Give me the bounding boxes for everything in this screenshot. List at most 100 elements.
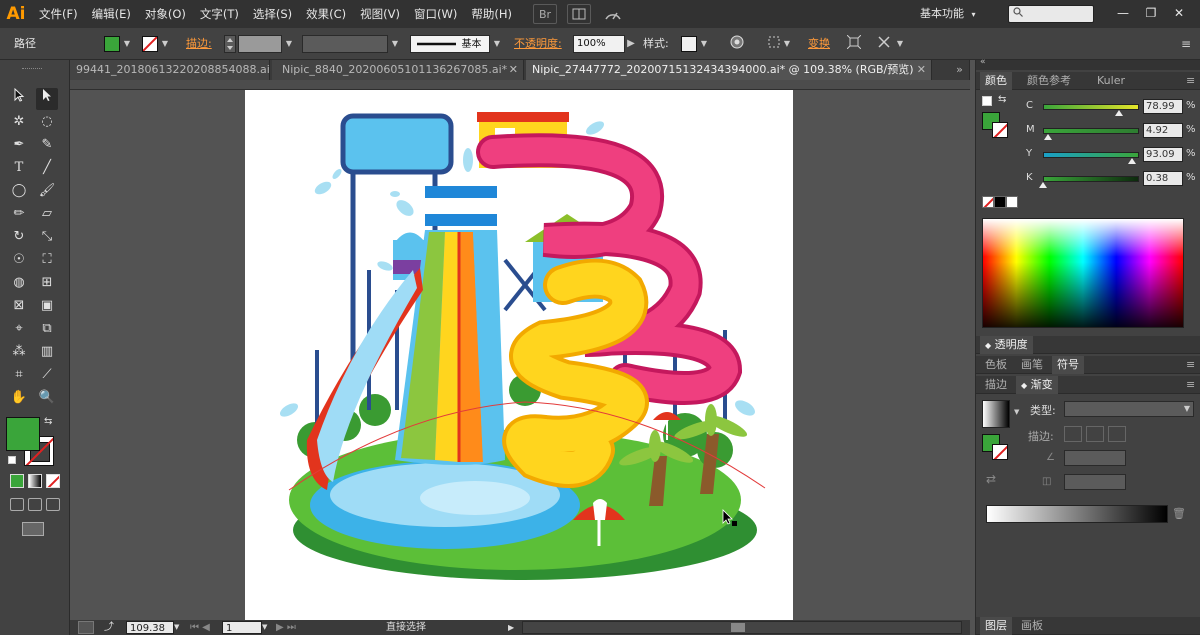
channel-slider-track[interactable]: [1043, 152, 1139, 158]
panel-menu-icon[interactable]: ≡: [1181, 72, 1200, 90]
profile-dropdown-icon[interactable]: ▼: [390, 35, 400, 53]
tab-layers[interactable]: 图层: [980, 617, 1012, 635]
gpu-performance-icon[interactable]: [601, 4, 625, 24]
align-icon[interactable]: [764, 35, 784, 53]
menu-object[interactable]: 对象(O): [138, 0, 193, 28]
workspace-switcher[interactable]: 基本功能 ▾: [920, 4, 996, 24]
panel-menu-icon[interactable]: ≡: [1181, 376, 1200, 394]
none-swatch[interactable]: [982, 196, 994, 208]
gradient-stroke-proxy[interactable]: [992, 444, 1008, 460]
collapse-dock-icon[interactable]: «: [980, 57, 986, 67]
pencil-tool-icon[interactable]: ✏: [8, 203, 30, 225]
panel-menu-icon[interactable]: ≡: [1176, 35, 1196, 53]
tab-swatches[interactable]: 色板: [980, 356, 1012, 374]
default-colors-icon[interactable]: [8, 456, 16, 464]
symbol-sprayer-tool-icon[interactable]: ⁂: [8, 341, 30, 363]
gradient-tool-icon[interactable]: ▣: [36, 295, 58, 317]
opacity-input[interactable]: 100%: [573, 35, 625, 53]
arrange-documents-icon[interactable]: [566, 4, 591, 24]
menu-edit[interactable]: 编辑(E): [85, 0, 138, 28]
channel-slider-thumb[interactable]: [1114, 110, 1123, 116]
gradient-aspect-input[interactable]: [1064, 474, 1126, 490]
dock-header[interactable]: «: [976, 57, 1200, 70]
tab-color-guide[interactable]: 颜色参考: [1022, 72, 1076, 90]
slice-tool-icon[interactable]: ⟋: [36, 364, 58, 386]
swap-fill-stroke-icon[interactable]: ⇆: [44, 416, 52, 427]
hand-tool-icon[interactable]: ✋: [8, 387, 30, 409]
water-park-illustration[interactable]: [245, 90, 793, 620]
stroke-across-icon[interactable]: [1108, 426, 1126, 442]
menu-effect[interactable]: 效果(C): [299, 0, 353, 28]
close-icon[interactable]: ✕: [509, 60, 518, 80]
zoom-input[interactable]: 109.38: [126, 621, 174, 634]
reverse-gradient-icon[interactable]: ⇄: [986, 472, 996, 486]
rotate-tool-icon[interactable]: ↻: [8, 226, 30, 248]
tab-brushes[interactable]: 画笔: [1016, 356, 1048, 374]
style-dropdown-icon[interactable]: ▼: [699, 35, 709, 53]
screen-mode-icon[interactable]: [22, 522, 44, 536]
open-in-bridge-icon[interactable]: ⤴: [104, 621, 118, 634]
artboard-tool-icon[interactable]: ⌗: [8, 364, 30, 386]
bridge-icon[interactable]: Br: [532, 4, 557, 24]
artboard-navigator-icon[interactable]: [78, 621, 94, 634]
channel-slider-thumb[interactable]: [1043, 134, 1052, 140]
draw-behind-icon[interactable]: [28, 498, 42, 511]
horizontal-ruler[interactable]: [70, 80, 970, 90]
blend-tool-icon[interactable]: ⧉: [36, 318, 58, 340]
zoom-dropdown-icon[interactable]: ▼: [174, 621, 184, 634]
minimize-button[interactable]: —: [1110, 4, 1136, 22]
tab-document-3[interactable]: Nipic_27447772_20200715132434394000.ai* …: [526, 60, 932, 80]
stroke-stepper[interactable]: [224, 35, 236, 53]
tab-symbols[interactable]: 符号: [1052, 356, 1084, 374]
stroke-weight-dropdown-icon[interactable]: ▼: [284, 35, 294, 53]
eraser-tool-icon[interactable]: ▱: [36, 203, 58, 225]
color-spectrum[interactable]: [982, 218, 1184, 328]
tab-stroke[interactable]: 描边: [980, 376, 1012, 394]
fill-proxy-color[interactable]: [6, 417, 40, 451]
free-transform-tool-icon[interactable]: ⛶: [36, 249, 58, 271]
draw-inside-icon[interactable]: [46, 498, 60, 511]
gradient-slider[interactable]: [986, 505, 1168, 523]
stroke-dropdown-icon[interactable]: ▼: [160, 35, 170, 53]
fill-dropdown-icon[interactable]: ▼: [122, 35, 132, 53]
type-tool-icon[interactable]: T: [8, 157, 30, 179]
status-menu-icon[interactable]: ▶: [508, 621, 518, 634]
channel-value-input[interactable]: 0.38: [1143, 171, 1183, 186]
gradient-type-select[interactable]: ▼: [1064, 401, 1194, 417]
artboard[interactable]: [245, 90, 793, 620]
menu-file[interactable]: 文件(F): [32, 0, 85, 28]
menu-type[interactable]: 文字(T): [193, 0, 246, 28]
none-mode-icon[interactable]: [46, 474, 60, 488]
selection-tool-icon[interactable]: [8, 87, 30, 110]
lasso-tool-icon[interactable]: ◌: [36, 111, 58, 133]
menu-select[interactable]: 选择(S): [246, 0, 299, 28]
channel-value-input[interactable]: 93.09: [1143, 147, 1183, 162]
page-input[interactable]: 1: [222, 621, 262, 634]
draw-normal-icon[interactable]: [10, 498, 24, 511]
black-swatch[interactable]: [994, 196, 1006, 208]
isolate-icon[interactable]: [844, 34, 864, 53]
tab-gradient[interactable]: ◆ 渐变: [1016, 376, 1058, 394]
menu-view[interactable]: 视图(V): [353, 0, 407, 28]
restore-button[interactable]: ❐: [1138, 4, 1164, 22]
tab-color[interactable]: 颜色: [980, 72, 1012, 90]
eyedropper-tool-icon[interactable]: ⌖: [8, 318, 30, 340]
ellipse-tool-icon[interactable]: ◯: [8, 180, 30, 202]
channel-slider-thumb[interactable]: [1039, 182, 1048, 188]
recolor-artwork-icon[interactable]: [727, 35, 747, 53]
tab-kuler[interactable]: Kuler: [1092, 72, 1130, 90]
channel-value-input[interactable]: 78.99: [1143, 99, 1183, 114]
stroke-weight-input[interactable]: [238, 35, 282, 53]
menu-help[interactable]: 帮助(H): [464, 0, 519, 28]
direct-selection-tool-icon[interactable]: [36, 88, 58, 110]
line-tool-icon[interactable]: ╱: [36, 157, 58, 179]
brush-definition[interactable]: 基本: [410, 35, 490, 53]
shape-options-icon[interactable]: [874, 35, 894, 53]
fill-swatch[interactable]: [104, 36, 120, 52]
shape-builder-tool-icon[interactable]: ◍: [8, 272, 30, 294]
channel-value-input[interactable]: 4.92: [1143, 123, 1183, 138]
magic-wand-tool-icon[interactable]: ✲: [8, 111, 30, 133]
tab-document-2[interactable]: Nipic_8840_20200605101136267085.ai* ✕: [272, 60, 524, 80]
opacity-label[interactable]: 不透明度:: [514, 35, 562, 53]
panel-menu-icon[interactable]: ≡: [1181, 356, 1200, 374]
